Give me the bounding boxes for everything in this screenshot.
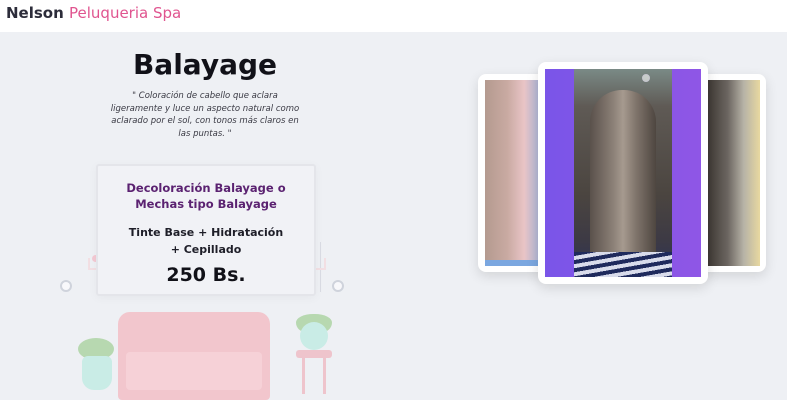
price-card-includes: Tinte Base + Hidratación + Cepillado <box>128 226 284 256</box>
plant-pot <box>82 356 112 390</box>
top-bar: Nelson Peluqueria Spa <box>0 0 787 32</box>
sofa-seat <box>126 352 262 390</box>
brand-subtitle: Peluqueria Spa <box>69 4 182 22</box>
service-description: " Coloración de cabello que aclara liger… <box>110 91 300 139</box>
price-amount: 250 Bs. <box>166 264 246 286</box>
gallery-photo-next[interactable] <box>700 74 766 272</box>
stool-leg <box>323 356 326 394</box>
service-title: Balayage <box>132 48 278 81</box>
stool-leg <box>302 356 305 394</box>
price-card-title: Decoloración Balayage o Mechas tipo Bala… <box>126 181 286 211</box>
brand-name: Nelson <box>6 4 64 22</box>
carousel-indicator-icon[interactable] <box>642 74 650 82</box>
gallery-photo-active[interactable] <box>538 62 708 284</box>
decor-ring <box>332 280 344 292</box>
decor-ring <box>60 280 72 292</box>
photo-accent-strip <box>485 260 541 266</box>
hair-photo <box>485 80 541 266</box>
hair-photo <box>706 80 760 266</box>
plant-pot <box>300 322 328 350</box>
hair-illustration <box>590 90 656 272</box>
striped-shirt <box>574 252 672 277</box>
brand-logo[interactable]: Nelson Peluqueria Spa <box>6 4 181 22</box>
price-card: Decoloración Balayage o Mechas tipo Bala… <box>96 164 316 296</box>
